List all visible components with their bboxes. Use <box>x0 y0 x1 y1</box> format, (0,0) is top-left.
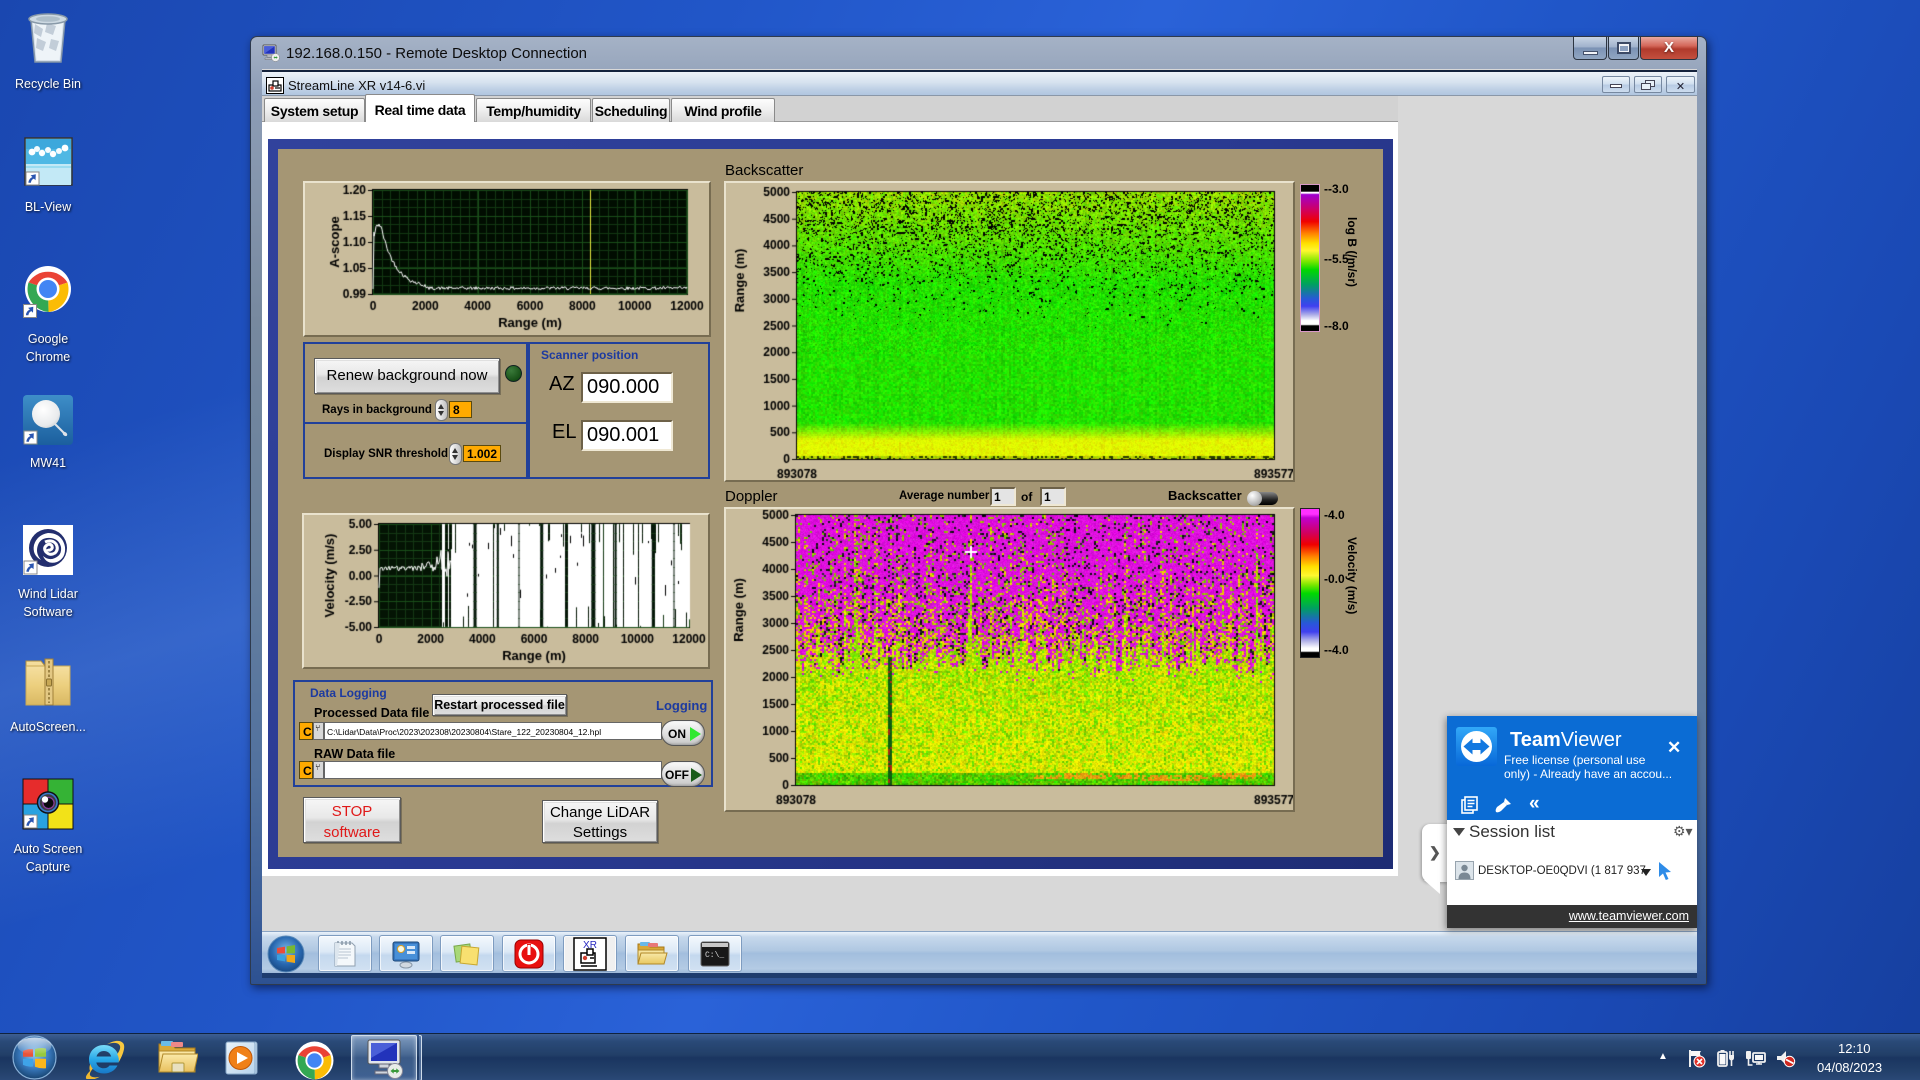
svg-text:C:\_: C:\_ <box>705 951 724 960</box>
